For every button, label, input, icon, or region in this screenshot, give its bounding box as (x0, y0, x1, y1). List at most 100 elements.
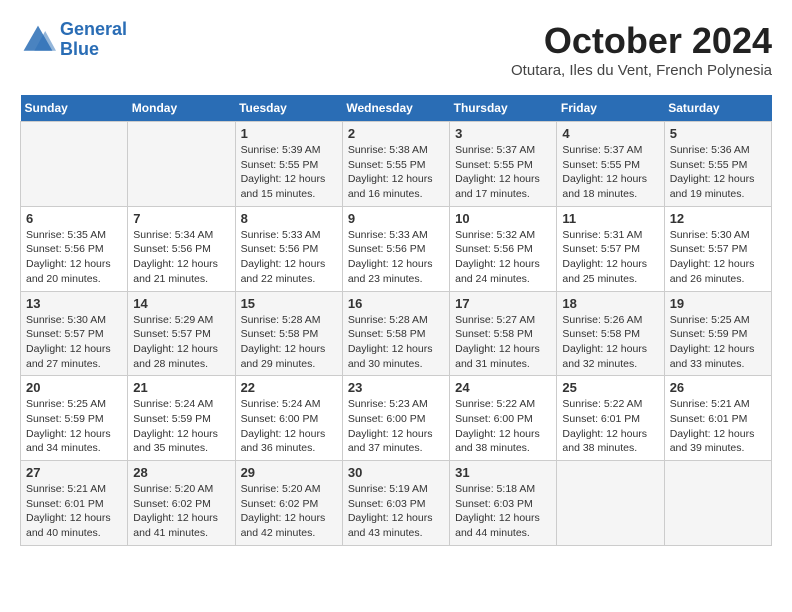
day-info: Sunrise: 5:20 AMSunset: 6:02 PMDaylight:… (133, 482, 229, 541)
day-number: 31 (455, 465, 551, 480)
day-number: 24 (455, 380, 551, 395)
calendar-cell: 11Sunrise: 5:31 AMSunset: 5:57 PMDayligh… (557, 206, 664, 291)
day-number: 30 (348, 465, 444, 480)
day-info: Sunrise: 5:30 AMSunset: 5:57 PMDaylight:… (26, 313, 122, 372)
header-day-thursday: Thursday (450, 95, 557, 122)
day-number: 18 (562, 296, 658, 311)
day-number: 22 (241, 380, 337, 395)
day-info: Sunrise: 5:28 AMSunset: 5:58 PMDaylight:… (241, 313, 337, 372)
day-info: Sunrise: 5:28 AMSunset: 5:58 PMDaylight:… (348, 313, 444, 372)
day-number: 28 (133, 465, 229, 480)
day-number: 12 (670, 211, 766, 226)
calendar-cell: 2 Sunrise: 5:38 AMSunset: 5:55 PMDaylight… (342, 122, 449, 207)
calendar-week-2: 6 Sunrise: 5:35 AMSunset: 5:56 PMDaylight… (21, 206, 772, 291)
day-number: 25 (562, 380, 658, 395)
calendar-cell: 20 Sunrise: 5:25 AMSunset: 5:59 PMDayligh… (21, 376, 128, 461)
day-info: Sunrise: 5:38 AMSunset: 5:55 PMDaylight:… (348, 143, 444, 202)
calendar-cell: 26 Sunrise: 5:21 AMSunset: 6:01 PMDayligh… (664, 376, 771, 461)
calendar-cell: 24Sunrise: 5:22 AMSunset: 6:00 PMDayligh… (450, 376, 557, 461)
day-number: 16 (348, 296, 444, 311)
day-info: Sunrise: 5:24 AMSunset: 6:00 PMDaylight:… (241, 397, 337, 456)
day-info: Sunrise: 5:37 AMSunset: 5:55 PMDaylight:… (455, 143, 551, 202)
day-number: 3 (455, 126, 551, 141)
calendar-cell: 4 Sunrise: 5:37 AMSunset: 5:55 PMDaylight… (557, 122, 664, 207)
day-info: Sunrise: 5:21 AMSunset: 6:01 PMDaylight:… (26, 482, 122, 541)
calendar-cell: 30 Sunrise: 5:19 AMSunset: 6:03 PMDayligh… (342, 461, 449, 546)
day-info: Sunrise: 5:26 AMSunset: 5:58 PMDaylight:… (562, 313, 658, 372)
day-number: 11 (562, 211, 658, 226)
header-day-saturday: Saturday (664, 95, 771, 122)
logo-icon (20, 22, 56, 58)
calendar-cell: 22 Sunrise: 5:24 AMSunset: 6:00 PMDayligh… (235, 376, 342, 461)
day-number: 4 (562, 126, 658, 141)
page-header: General Blue October 2024 Otutara, Iles … (20, 20, 772, 79)
calendar-cell: 16 Sunrise: 5:28 AMSunset: 5:58 PMDayligh… (342, 291, 449, 376)
day-info: Sunrise: 5:37 AMSunset: 5:55 PMDaylight:… (562, 143, 658, 202)
calendar-cell: 10Sunrise: 5:32 AMSunset: 5:56 PMDayligh… (450, 206, 557, 291)
day-number: 19 (670, 296, 766, 311)
calendar-cell: 15 Sunrise: 5:28 AMSunset: 5:58 PMDayligh… (235, 291, 342, 376)
calendar-cell: 13Sunrise: 5:30 AMSunset: 5:57 PMDayligh… (21, 291, 128, 376)
day-info: Sunrise: 5:21 AMSunset: 6:01 PMDaylight:… (670, 397, 766, 456)
calendar-cell: 7 Sunrise: 5:34 AMSunset: 5:56 PMDaylight… (128, 206, 235, 291)
day-info: Sunrise: 5:32 AMSunset: 5:56 PMDaylight:… (455, 228, 551, 287)
day-info: Sunrise: 5:29 AMSunset: 5:57 PMDaylight:… (133, 313, 229, 372)
calendar-cell: 5Sunrise: 5:36 AMSunset: 5:55 PMDaylight… (664, 122, 771, 207)
calendar-header: SundayMondayTuesdayWednesdayThursdayFrid… (21, 95, 772, 122)
calendar-cell: 8Sunrise: 5:33 AMSunset: 5:56 PMDaylight… (235, 206, 342, 291)
day-number: 6 (26, 211, 122, 226)
day-number: 17 (455, 296, 551, 311)
logo-line2: Blue (60, 39, 99, 59)
logo-text: General Blue (60, 20, 127, 60)
header-day-monday: Monday (128, 95, 235, 122)
calendar-cell (664, 461, 771, 546)
calendar-cell: 31 Sunrise: 5:18 AMSunset: 6:03 PMDayligh… (450, 461, 557, 546)
day-info: Sunrise: 5:33 AMSunset: 5:56 PMDaylight:… (241, 228, 337, 287)
day-number: 20 (26, 380, 122, 395)
day-info: Sunrise: 5:33 AMSunset: 5:56 PMDaylight:… (348, 228, 444, 287)
day-number: 2 (348, 126, 444, 141)
day-info: Sunrise: 5:35 AMSunset: 5:56 PMDaylight:… (26, 228, 122, 287)
header-day-tuesday: Tuesday (235, 95, 342, 122)
day-info: Sunrise: 5:18 AMSunset: 6:03 PMDaylight:… (455, 482, 551, 541)
calendar-cell: 25 Sunrise: 5:22 AMSunset: 6:01 PMDayligh… (557, 376, 664, 461)
calendar-cell: 12 Sunrise: 5:30 AMSunset: 5:57 PMDayligh… (664, 206, 771, 291)
day-number: 21 (133, 380, 229, 395)
day-number: 14 (133, 296, 229, 311)
day-info: Sunrise: 5:20 AMSunset: 6:02 PMDaylight:… (241, 482, 337, 541)
calendar-body: 1Sunrise: 5:39 AMSunset: 5:55 PMDaylight… (21, 122, 772, 546)
calendar-cell: 3 Sunrise: 5:37 AMSunset: 5:55 PMDaylight… (450, 122, 557, 207)
day-info: Sunrise: 5:19 AMSunset: 6:03 PMDaylight:… (348, 482, 444, 541)
day-info: Sunrise: 5:23 AMSunset: 6:00 PMDaylight:… (348, 397, 444, 456)
day-info: Sunrise: 5:25 AMSunset: 5:59 PMDaylight:… (26, 397, 122, 456)
day-number: 5 (670, 126, 766, 141)
day-info: Sunrise: 5:25 AMSunset: 5:59 PMDaylight:… (670, 313, 766, 372)
day-number: 7 (133, 211, 229, 226)
day-number: 9 (348, 211, 444, 226)
calendar-week-1: 1Sunrise: 5:39 AMSunset: 5:55 PMDaylight… (21, 122, 772, 207)
calendar-cell: 27Sunrise: 5:21 AMSunset: 6:01 PMDayligh… (21, 461, 128, 546)
location-subtitle: Otutara, Iles du Vent, French Polynesia (511, 62, 772, 79)
day-info: Sunrise: 5:30 AMSunset: 5:57 PMDaylight:… (670, 228, 766, 287)
month-title: October 2024 (511, 20, 772, 62)
calendar-cell: 1Sunrise: 5:39 AMSunset: 5:55 PMDaylight… (235, 122, 342, 207)
calendar-cell: 23Sunrise: 5:23 AMSunset: 6:00 PMDayligh… (342, 376, 449, 461)
header-day-wednesday: Wednesday (342, 95, 449, 122)
day-info: Sunrise: 5:27 AMSunset: 5:58 PMDaylight:… (455, 313, 551, 372)
day-info: Sunrise: 5:34 AMSunset: 5:56 PMDaylight:… (133, 228, 229, 287)
calendar-week-4: 20 Sunrise: 5:25 AMSunset: 5:59 PMDayligh… (21, 376, 772, 461)
day-number: 15 (241, 296, 337, 311)
header-row: SundayMondayTuesdayWednesdayThursdayFrid… (21, 95, 772, 122)
header-day-sunday: Sunday (21, 95, 128, 122)
calendar-cell: 14 Sunrise: 5:29 AMSunset: 5:57 PMDayligh… (128, 291, 235, 376)
calendar-week-3: 13Sunrise: 5:30 AMSunset: 5:57 PMDayligh… (21, 291, 772, 376)
calendar-week-5: 27Sunrise: 5:21 AMSunset: 6:01 PMDayligh… (21, 461, 772, 546)
day-info: Sunrise: 5:22 AMSunset: 6:01 PMDaylight:… (562, 397, 658, 456)
day-number: 29 (241, 465, 337, 480)
calendar-cell: 28 Sunrise: 5:20 AMSunset: 6:02 PMDayligh… (128, 461, 235, 546)
calendar-cell: 18 Sunrise: 5:26 AMSunset: 5:58 PMDayligh… (557, 291, 664, 376)
header-day-friday: Friday (557, 95, 664, 122)
day-number: 26 (670, 380, 766, 395)
calendar-table: SundayMondayTuesdayWednesdayThursdayFrid… (20, 95, 772, 546)
calendar-cell: 6 Sunrise: 5:35 AMSunset: 5:56 PMDaylight… (21, 206, 128, 291)
